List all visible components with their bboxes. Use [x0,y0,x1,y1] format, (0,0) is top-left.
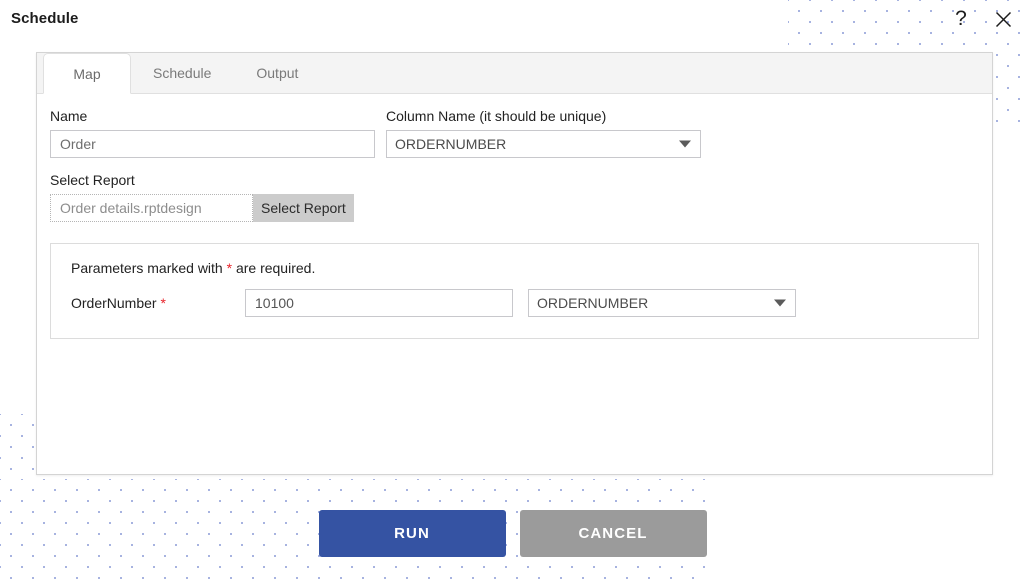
tab-output[interactable]: Output [233,53,321,93]
tab-map[interactable]: Map [43,53,131,94]
parameters-note-suffix: are required. [232,260,316,276]
column-name-field-group: Column Name (it should be unique) ORDERN… [386,108,701,158]
header-actions: ? [947,5,1017,33]
select-report-group: Select Report Select Report [50,172,979,222]
schedule-dialog-panel: Map Schedule Output Name Column Name (it… [36,52,993,475]
parameters-note-prefix: Parameters marked with [71,260,227,276]
name-and-column-row: Name Column Name (it should be unique) O… [50,108,979,158]
name-label: Name [50,108,88,124]
parameter-column-select[interactable]: ORDERNUMBER [528,289,796,317]
parameter-value-field [245,289,513,317]
cancel-button[interactable]: CANCEL [519,510,707,557]
parameters-box: Parameters marked with * are required. O… [50,243,979,339]
parameters-required-note: Parameters marked with * are required. [71,260,958,276]
close-icon[interactable] [989,5,1017,33]
parameter-column-field: ORDERNUMBER [528,289,796,317]
parameter-row: OrderNumber * ORDERNUMBER [71,289,958,317]
column-name-select[interactable]: ORDERNUMBER [386,130,701,158]
page-title: Schedule [11,10,79,27]
select-report-label: Select Report [50,172,135,188]
column-name-label: Column Name (it should be unique) [386,108,607,124]
parameter-name-label: OrderNumber * [71,295,245,311]
question-mark-icon[interactable]: ? [947,5,975,33]
dialog-footer: RUN CANCEL [0,510,1025,557]
parameter-value-input[interactable] [245,289,513,317]
tab-schedule[interactable]: Schedule [131,53,233,93]
name-input[interactable] [50,130,375,158]
name-field-group: Name [50,108,375,158]
map-tab-panel: Name Column Name (it should be unique) O… [37,94,992,339]
select-report-button[interactable]: Select Report [253,194,354,222]
tab-bar: Map Schedule Output [37,53,992,94]
select-report-input[interactable] [50,194,253,222]
run-button[interactable]: RUN [318,510,506,557]
parameter-name-text: OrderNumber [71,295,157,311]
parameter-required-star-icon: * [160,295,166,311]
